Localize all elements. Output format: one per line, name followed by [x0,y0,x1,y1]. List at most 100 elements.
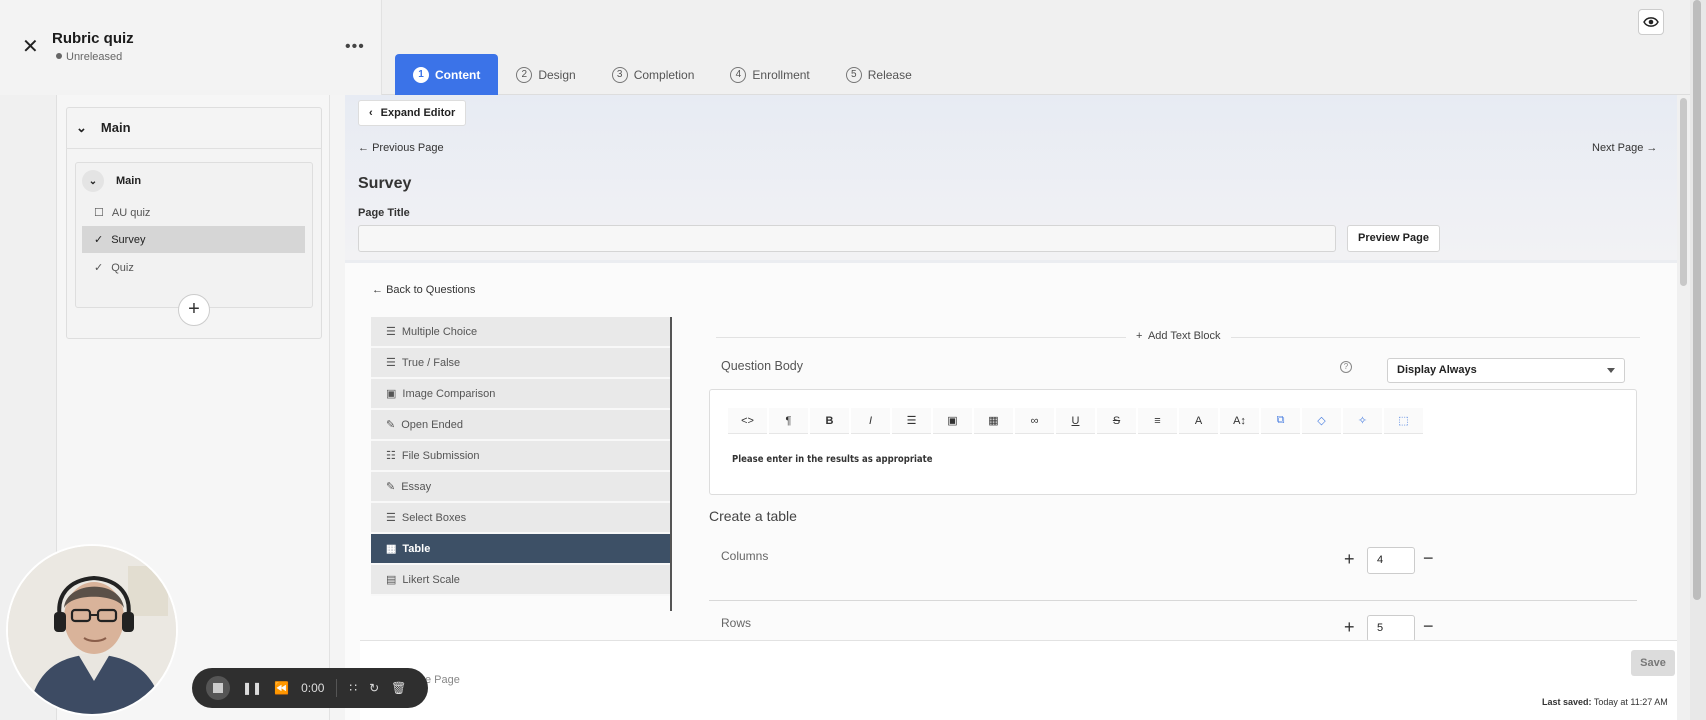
file-icon: ☷ [386,450,396,462]
rich-text-editor[interactable] [709,389,1637,495]
align-icon[interactable]: ≡ [1138,408,1177,434]
add-page-button[interactable]: + [178,294,210,326]
editor-toolbar: <> ¶ B I ☰ ▣ ▦ ∞ U S ≡ A A↕ ⧉ ◇ ✧ ⬚ [728,408,1423,434]
delete-page-link[interactable]: e Page [425,674,460,686]
link-icon[interactable]: ∞ [1015,408,1054,434]
rows-decrement-button[interactable]: − [1423,616,1434,637]
next-page-link[interactable]: Next Page → [1592,142,1657,154]
diamond-icon[interactable]: ◇ [1302,408,1341,434]
tab-release[interactable]: 5 Release [828,54,930,95]
close-icon[interactable]: ✕ [22,37,40,57]
question-type-file-submission[interactable]: ☷ File Submission [371,441,671,472]
page-icon: ☐ [94,207,104,219]
magic-icon[interactable]: ✧ [1343,408,1382,434]
list-icon: ☰ [386,512,396,524]
editor-footer [360,640,1677,720]
more-options-icon[interactable]: ••• [345,38,365,56]
copy-icon[interactable]: ⧉ [1261,408,1300,434]
tab-content[interactable]: 1 Content [395,54,499,95]
paragraph-icon[interactable]: ¶ [769,408,808,434]
last-saved-value: Today at 11:27 AM [1593,697,1668,707]
help-icon[interactable]: ? [1340,361,1352,373]
question-type-label: Select Boxes [401,511,467,524]
question-type-label: Likert Scale [402,573,460,586]
columns-input[interactable]: 4 [1367,547,1415,574]
page-title-input[interactable] [358,225,1336,252]
tab-label: Content [435,67,481,82]
list-icon: ☰ [386,326,396,338]
tab-label: Completion [633,67,695,82]
add-text-block-button[interactable]: + Add Text Block [1126,330,1231,342]
italic-icon[interactable]: I [851,408,890,434]
question-type-essay[interactable]: ✎ Essay [371,472,671,503]
tab-label: Design [538,67,576,82]
preview-page-button[interactable]: Preview Page [1347,225,1440,252]
question-type-likert-scale[interactable]: ▤ Likert Scale [371,565,671,596]
question-type-label: Multiple Choice [401,325,478,338]
question-type-select-boxes[interactable]: ☰ Select Boxes [371,503,671,534]
back-to-questions-link[interactable]: ← Back to Questions [372,284,475,296]
create-table-heading: Create a table [709,508,797,524]
display-mode-select[interactable]: Display Always [1387,358,1625,383]
preview-eye-icon[interactable] [1638,9,1664,35]
edit-icon: ✎ [386,419,396,431]
chevron-down-icon[interactable]: ⌄ [82,170,104,192]
rows-increment-button[interactable]: + [1344,617,1355,638]
pause-icon[interactable]: ❚❚ [242,681,262,695]
page-item-au-quiz[interactable]: ☐ AU quiz [82,199,305,226]
columns-decrement-button[interactable]: − [1423,548,1434,569]
stop-recording-button[interactable] [206,676,230,700]
question-type-open-ended[interactable]: ✎ Open Ended [371,410,671,441]
trash-icon[interactable]: 🗑 [391,681,406,695]
save-button[interactable]: Save [1631,650,1675,676]
tab-completion[interactable]: 3 Completion [594,54,713,95]
recording-controls: ❚❚ ⏪ 0:00 ∷ ↻ 🗑 [192,668,428,708]
previous-page-link[interactable]: ← Previous Page [358,142,444,154]
text-color-icon[interactable]: A [1179,408,1218,434]
columns-increment-button[interactable]: + [1344,549,1355,570]
display-value: Display Always [1397,364,1477,376]
page-item-survey[interactable]: ✓ Survey [82,226,305,253]
question-body-text[interactable]: Please enter in the results as appropria… [732,454,932,465]
page-label: AU quiz [111,206,151,219]
tab-enrollment[interactable]: 4 Enrollment [712,54,827,95]
divider [709,600,1637,601]
code-icon[interactable]: <> [728,408,767,434]
status-badge: Unreleased [56,51,122,63]
page-group-header[interactable]: ⌄ Main [82,170,141,192]
page-scroll-thumb[interactable] [1693,0,1701,600]
chevron-left-icon: ‹ [369,107,373,119]
course-header [0,0,382,95]
rows-input[interactable]: 5 [1367,615,1415,642]
restart-icon[interactable]: ↻ [369,681,379,695]
tab-design[interactable]: 2 Design [498,54,593,95]
question-type-true-false[interactable]: ☰ True / False [371,348,671,379]
tab-label: Release [867,67,912,82]
expand-editor-button[interactable]: ‹ Expand Editor [358,100,467,126]
table-icon[interactable]: ▦ [974,408,1013,434]
check-icon: ✓ [94,234,104,246]
page-heading: Survey [358,175,412,192]
crop-icon[interactable]: ⬚ [1384,408,1423,434]
recording-time: 0:00 [301,681,325,695]
table-icon: ▦ [386,543,397,555]
grid-icon[interactable]: ∷ [349,681,357,695]
question-type-label: Table [402,542,431,555]
bullet-list-icon[interactable]: ☰ [892,408,931,434]
section-header[interactable]: ⌄ Main [66,107,322,149]
step-tabs: 1 Content 2 Design 3 Completion 4 Enrollment… [395,54,930,95]
underline-icon[interactable]: U [1056,408,1095,434]
question-type-image-comparison[interactable]: ▣ Image Comparison [371,379,671,410]
editor-scroll-thumb[interactable] [1680,98,1687,286]
page-label: Survey [111,233,146,246]
strikethrough-icon[interactable]: S [1097,408,1136,434]
question-type-label: Essay [401,480,432,493]
rewind-icon[interactable]: ⏪ [274,681,289,695]
question-type-label: File Submission [401,449,480,462]
image-icon[interactable]: ▣ [933,408,972,434]
font-size-icon[interactable]: A↕ [1220,408,1259,434]
question-type-table[interactable]: ▦ Table [371,534,671,565]
bold-icon[interactable]: B [810,408,849,434]
page-item-quiz[interactable]: ✓ Quiz [82,254,305,281]
question-type-multiple-choice[interactable]: ☰ Multiple Choice [371,317,671,348]
